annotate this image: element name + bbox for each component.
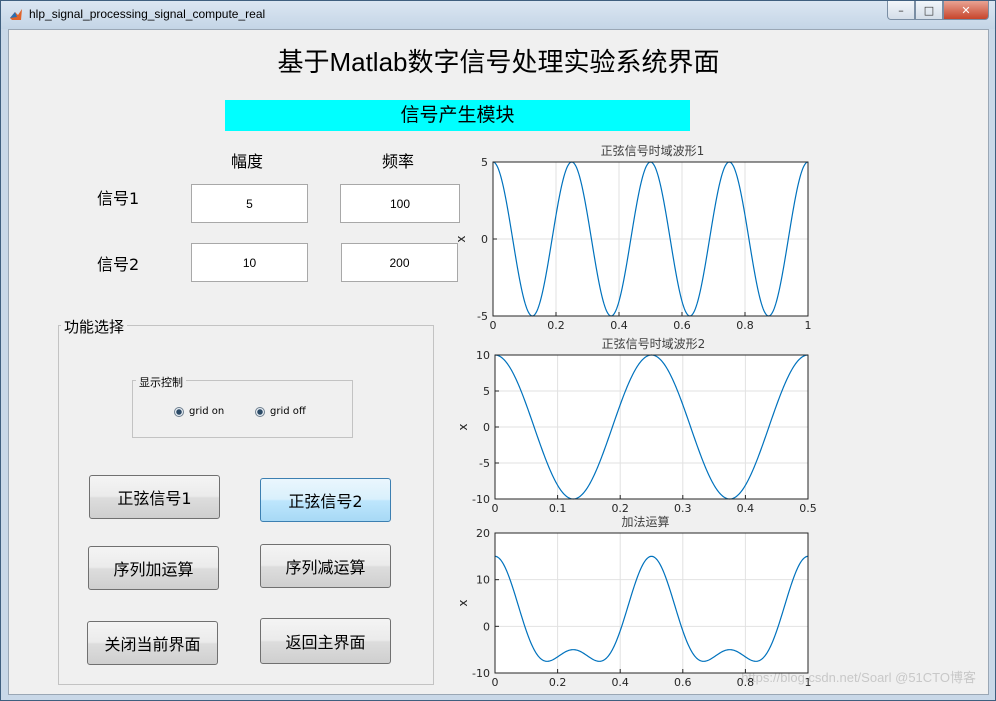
app-window: hlp_signal_processing_signal_compute_rea…	[0, 0, 996, 701]
plot-title: 加法运算	[621, 514, 669, 529]
y-axis-label: x	[456, 599, 470, 606]
x-tick-label: 0	[492, 676, 499, 689]
x-tick-label: 1	[805, 676, 812, 689]
y-axis-label: x	[454, 235, 468, 242]
y-tick-label: -10	[472, 667, 490, 680]
x-tick-label: 0.1	[549, 502, 567, 515]
y-tick-label: 0	[483, 620, 490, 633]
x-tick-label: 0.8	[737, 676, 755, 689]
x-tick-label: 0.4	[611, 676, 629, 689]
plot-title: 正弦信号时域波形1	[601, 143, 705, 158]
plot-1: 0 0.2 0.4 0.6 0.8 1-505正弦信号时域波形1x	[454, 143, 812, 332]
plots-area: 0 0.2 0.4 0.6 0.8 1-505正弦信号时域波形1x0 0.1 0.2 0.3 0.…	[454, 143, 817, 689]
y-tick-label: 10	[476, 574, 490, 587]
x-tick-label: 0.3	[674, 502, 692, 515]
y-tick-label: 20	[476, 527, 490, 540]
y-tick-label: 5	[483, 385, 490, 398]
plot-2: 0 0.1 0.2 0.3 0.4 0.5 -10 -5 0 5 10 正弦信号时域波形2 x	[456, 336, 817, 515]
y-tick-label: 10	[476, 349, 490, 362]
y-axis-label: x	[456, 423, 470, 430]
x-tick-label: 0.2	[611, 502, 629, 515]
y-tick-label: 5	[481, 156, 488, 169]
y-tick-label: -5	[479, 457, 490, 470]
y-tick-label: 0	[483, 421, 490, 434]
x-tick-label: 0.4	[737, 502, 755, 515]
y-tick-label: -10	[472, 493, 490, 506]
x-tick-label: 0	[490, 319, 497, 332]
x-tick-label: 0.2	[547, 319, 565, 332]
x-tick-label: 0	[492, 502, 499, 515]
x-tick-label: 1	[805, 319, 812, 332]
x-tick-label: 0.2	[549, 676, 567, 689]
x-tick-label: 0.6	[673, 319, 691, 332]
x-tick-label: 0.8	[736, 319, 754, 332]
x-tick-label: 0.5	[799, 502, 817, 515]
x-tick-label: 0.4	[610, 319, 628, 332]
x-tick-label: 0.6	[674, 676, 692, 689]
plot-3: 0 0.2 0.4 0.6 0.8 1-1001020加法运算x	[456, 514, 812, 689]
plot-title: 正弦信号时域波形2	[602, 336, 706, 351]
plot-background	[495, 533, 808, 673]
y-tick-label: -5	[477, 310, 488, 323]
y-tick-label: 0	[481, 233, 488, 246]
